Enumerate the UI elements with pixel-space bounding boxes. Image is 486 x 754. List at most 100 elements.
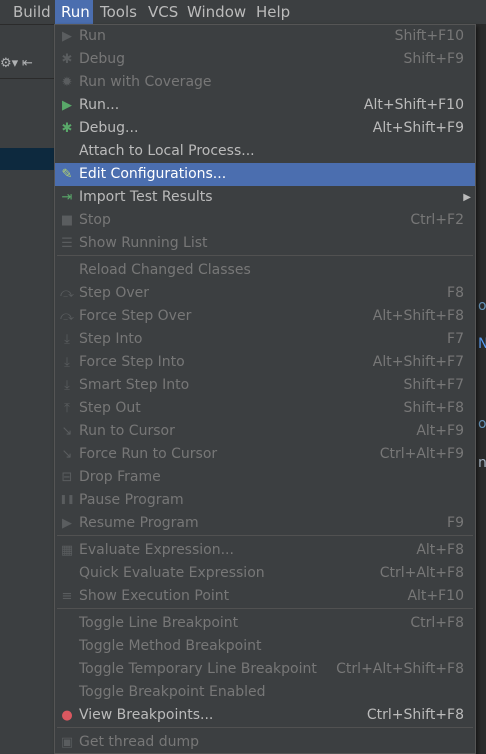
- menu-item-show-running-list[interactable]: ☰ Show Running List: [55, 232, 475, 255]
- force-step-into-icon: ⤓: [64, 355, 70, 370]
- menu-item-shortcut: Shift+F9: [403, 51, 464, 67]
- coverage-icon: ✹: [61, 75, 73, 90]
- menu-item-label: Show Running List: [79, 235, 208, 251]
- editor-text-fragment: o: [478, 416, 486, 432]
- collapse-icon[interactable]: ⇤: [22, 56, 33, 71]
- menu-item-show-execution-point[interactable]: ≡ Show Execution Point Alt+F10: [55, 585, 475, 608]
- menu-item-toggle-temporary-line-breakpoint[interactable]: Toggle Temporary Line Breakpoint Ctrl+Alt…: [55, 658, 475, 681]
- menu-item-run[interactable]: ▶ Run... Alt+Shift+F10: [55, 94, 475, 117]
- menu-item-label: Quick Evaluate Expression: [79, 565, 265, 581]
- menu-item-force-step-into[interactable]: ⤓ Force Step Into Alt+Shift+F7: [55, 351, 475, 374]
- gear-icon[interactable]: ⚙▾: [0, 56, 18, 71]
- menu-item-drop-frame[interactable]: ⊟ Drop Frame: [55, 466, 475, 489]
- editor-text-fragment: N: [478, 336, 486, 352]
- menu-item-label: Edit Configurations...: [79, 166, 227, 182]
- selected-tree-row[interactable]: [0, 148, 54, 170]
- menu-item-label: Debug: [79, 51, 126, 67]
- menu-item-step-out[interactable]: ⤒ Step Out Shift+F8: [55, 397, 475, 420]
- menu-item-force-step-over[interactable]: ⤼ Force Step Over Alt+Shift+F8: [55, 305, 475, 328]
- menu-vcs[interactable]: VCS: [142, 0, 184, 24]
- menu-item-quick-evaluate-expression[interactable]: Quick Evaluate Expression Ctrl+Alt+F8: [55, 562, 475, 585]
- project-panel: [0, 25, 54, 754]
- run-to-cursor-icon: ↘: [61, 424, 73, 439]
- menu-item-shortcut: F9: [447, 515, 464, 531]
- menu-item-toggle-method-breakpoint[interactable]: Toggle Method Breakpoint: [55, 635, 475, 658]
- menu-item-label: Toggle Method Breakpoint: [79, 638, 262, 654]
- menu-item-toggle-breakpoint-enabled[interactable]: Toggle Breakpoint Enabled: [55, 681, 475, 704]
- menu-item-toggle-line-breakpoint[interactable]: Toggle Line Breakpoint Ctrl+F8: [55, 612, 475, 635]
- editor-edge: [476, 25, 486, 754]
- menu-item-import-test-results[interactable]: ⇥ Import Test Results ▶: [55, 186, 475, 209]
- menu-bar: Build Run Tools VCS Window Help: [0, 0, 486, 25]
- menu-item-label: Drop Frame: [79, 469, 161, 485]
- menu-build[interactable]: Build: [7, 0, 57, 24]
- menu-item-shortcut: Ctrl+F2: [410, 212, 464, 228]
- force-run-to-cursor-icon: ↘: [61, 447, 73, 462]
- menu-item-label: Smart Step Into: [79, 377, 190, 393]
- thread-dump-icon: ▣: [60, 735, 74, 750]
- menu-item-run-to-cursor[interactable]: ↘ Run to Cursor Alt+F9: [55, 420, 475, 443]
- menu-item-force-run-to-cursor[interactable]: ↘ Force Run to Cursor Ctrl+Alt+F9: [55, 443, 475, 466]
- menu-item-label: Reload Changed Classes: [79, 262, 251, 278]
- editor-text-fragment: ou: [478, 298, 486, 314]
- menu-item-edit-configurations[interactable]: ✎ Edit Configurations...: [55, 163, 475, 186]
- menu-item-debug[interactable]: ✱ Debug Shift+F9: [55, 48, 475, 71]
- drop-frame-icon: ⊟: [61, 470, 73, 485]
- run-icon: ▶: [62, 98, 72, 113]
- menu-item-shortcut: Alt+Shift+F10: [363, 97, 464, 113]
- menu-item-resume-program[interactable]: ▶ Resume Program F9: [55, 512, 475, 535]
- debug-icon: ✱: [61, 52, 73, 67]
- menu-item-label: Import Test Results: [79, 189, 213, 205]
- menu-item-shortcut: Ctrl+Alt+F8: [379, 565, 464, 581]
- menu-item-label: Force Step Over: [79, 308, 192, 324]
- menu-item-label: Debug...: [79, 120, 139, 136]
- list-icon: ☰: [61, 236, 73, 251]
- menu-item-evaluate-expression[interactable]: ▦ Evaluate Expression... Alt+F8: [55, 539, 475, 562]
- menu-item-view-breakpoints[interactable]: ● View Breakpoints... Ctrl+Shift+F8: [55, 704, 475, 727]
- menu-item-stop[interactable]: ■ Stop Ctrl+F2: [55, 209, 475, 232]
- menu-item-label: Step Over: [79, 285, 149, 301]
- menu-item-debug[interactable]: ✱ Debug... Alt+Shift+F9: [55, 117, 475, 140]
- menu-item-label: Stop: [79, 212, 111, 228]
- menu-item-shortcut: Alt+F9: [416, 423, 464, 439]
- menu-item-step-into[interactable]: ⤓ Step Into F7: [55, 328, 475, 351]
- evaluate-icon: ▦: [60, 543, 74, 558]
- smart-step-into-icon: ⤓: [64, 378, 70, 393]
- ide-window: Build Run Tools VCS Window Help ⚙▾ ⇤ ou …: [0, 0, 486, 754]
- menu-item-shortcut: F7: [447, 331, 464, 347]
- menu-item-shortcut: Alt+F8: [416, 542, 464, 558]
- menu-item-label: Pause Program: [79, 492, 184, 508]
- menu-item-get-thread-dump[interactable]: ▣ Get thread dump: [55, 731, 475, 754]
- menu-item-label: Evaluate Expression...: [79, 542, 234, 558]
- menu-separator: [57, 608, 473, 609]
- menu-run[interactable]: Run: [55, 0, 93, 24]
- force-step-over-icon: ⤼: [60, 309, 74, 324]
- menu-separator: [57, 535, 473, 536]
- menu-item-label: Toggle Breakpoint Enabled: [79, 684, 266, 700]
- menu-item-label: Step Into: [79, 331, 143, 347]
- menu-item-label: View Breakpoints...: [79, 707, 214, 723]
- menu-item-step-over[interactable]: ⤼ Step Over F8: [55, 282, 475, 305]
- run-icon: ▶: [62, 29, 72, 44]
- menu-item-run[interactable]: ▶ Run Shift+F10: [55, 25, 475, 48]
- breakpoints-icon: ●: [61, 708, 73, 723]
- menu-item-label: Get thread dump: [79, 734, 200, 750]
- step-into-icon: ⤓: [64, 332, 70, 347]
- menu-item-attach-to-local-process[interactable]: Attach to Local Process...: [55, 140, 475, 163]
- menu-window[interactable]: Window: [181, 0, 252, 24]
- menu-item-label: Run to Cursor: [79, 423, 175, 439]
- menu-item-smart-step-into[interactable]: ⤓ Smart Step Into Shift+F7: [55, 374, 475, 397]
- menu-item-shortcut: Alt+Shift+F7: [372, 354, 464, 370]
- debug-icon: ✱: [61, 121, 73, 136]
- menu-item-reload-changed-classes[interactable]: Reload Changed Classes: [55, 259, 475, 282]
- menu-item-label: Run...: [79, 97, 120, 113]
- menu-item-shortcut: F8: [447, 285, 464, 301]
- menu-item-pause-program[interactable]: ❚❚ Pause Program: [55, 489, 475, 512]
- menu-item-shortcut: Shift+F8: [403, 400, 464, 416]
- menu-tools[interactable]: Tools: [94, 0, 143, 24]
- editor-text-fragment: n: [478, 455, 486, 471]
- menu-item-shortcut: Shift+F7: [403, 377, 464, 393]
- menu-item-run-with-coverage[interactable]: ✹ Run with Coverage: [55, 71, 475, 94]
- menu-help[interactable]: Help: [250, 0, 296, 24]
- stop-icon: ■: [60, 213, 74, 228]
